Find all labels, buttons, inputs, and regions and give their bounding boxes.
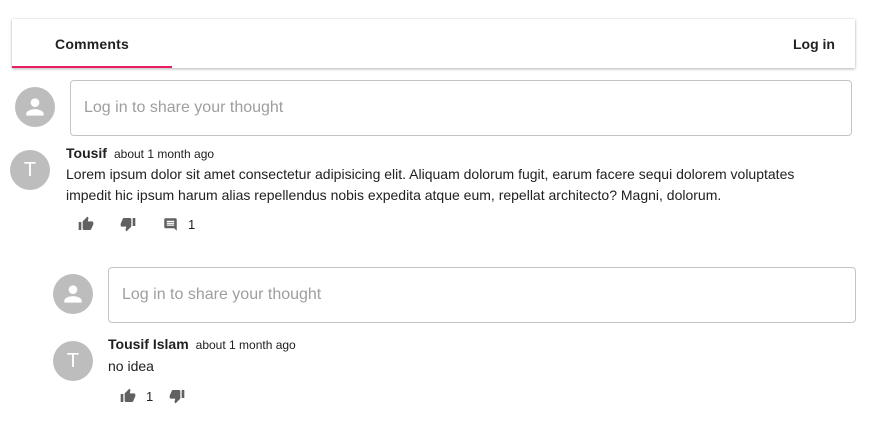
reply-text: no idea bbox=[108, 358, 154, 374]
reply-actions: 1 bbox=[118, 386, 187, 406]
comment-header: Tousif about 1 month ago bbox=[66, 145, 214, 161]
avatar-letter: T bbox=[66, 349, 80, 372]
avatar-letter: T bbox=[23, 158, 37, 181]
thumb-up-icon bbox=[78, 216, 94, 230]
current-user-avatar bbox=[53, 274, 93, 314]
person-icon bbox=[26, 98, 44, 116]
login-button[interactable]: Log in bbox=[793, 19, 835, 68]
comment-text: Lorem ipsum dolor sit amet consectetur a… bbox=[66, 166, 795, 203]
avatar: T bbox=[53, 341, 93, 381]
thumb-down-icon bbox=[169, 390, 185, 404]
reply-count: 1 bbox=[188, 216, 196, 232]
like-button[interactable] bbox=[118, 386, 138, 406]
current-user-avatar bbox=[15, 87, 55, 127]
dislike-button[interactable] bbox=[167, 386, 187, 406]
comment-actions: 1 bbox=[76, 214, 195, 234]
comment-timestamp: about 1 month ago bbox=[113, 147, 215, 161]
tab-indicator bbox=[12, 66, 172, 68]
comment-icon bbox=[163, 217, 177, 231]
avatar: T bbox=[10, 150, 50, 190]
reply-timestamp: about 1 month ago bbox=[195, 338, 296, 352]
thumb-up-icon bbox=[120, 388, 136, 402]
reply-button[interactable] bbox=[160, 214, 180, 234]
tab-comments[interactable]: Comments bbox=[12, 19, 172, 68]
dislike-button[interactable] bbox=[118, 214, 138, 234]
comment-input[interactable] bbox=[70, 80, 852, 136]
reply-author: Tousif Islam bbox=[108, 336, 189, 352]
reply-input[interactable] bbox=[108, 267, 856, 323]
comment-author: Tousif bbox=[66, 145, 107, 161]
like-count: 1 bbox=[146, 388, 154, 404]
thumb-down-icon bbox=[120, 218, 136, 232]
like-button[interactable] bbox=[76, 214, 96, 234]
person-icon bbox=[64, 285, 82, 303]
tab-bar: Comments Log in bbox=[12, 19, 855, 68]
reply-header: Tousif Islam about 1 month ago bbox=[108, 336, 296, 352]
